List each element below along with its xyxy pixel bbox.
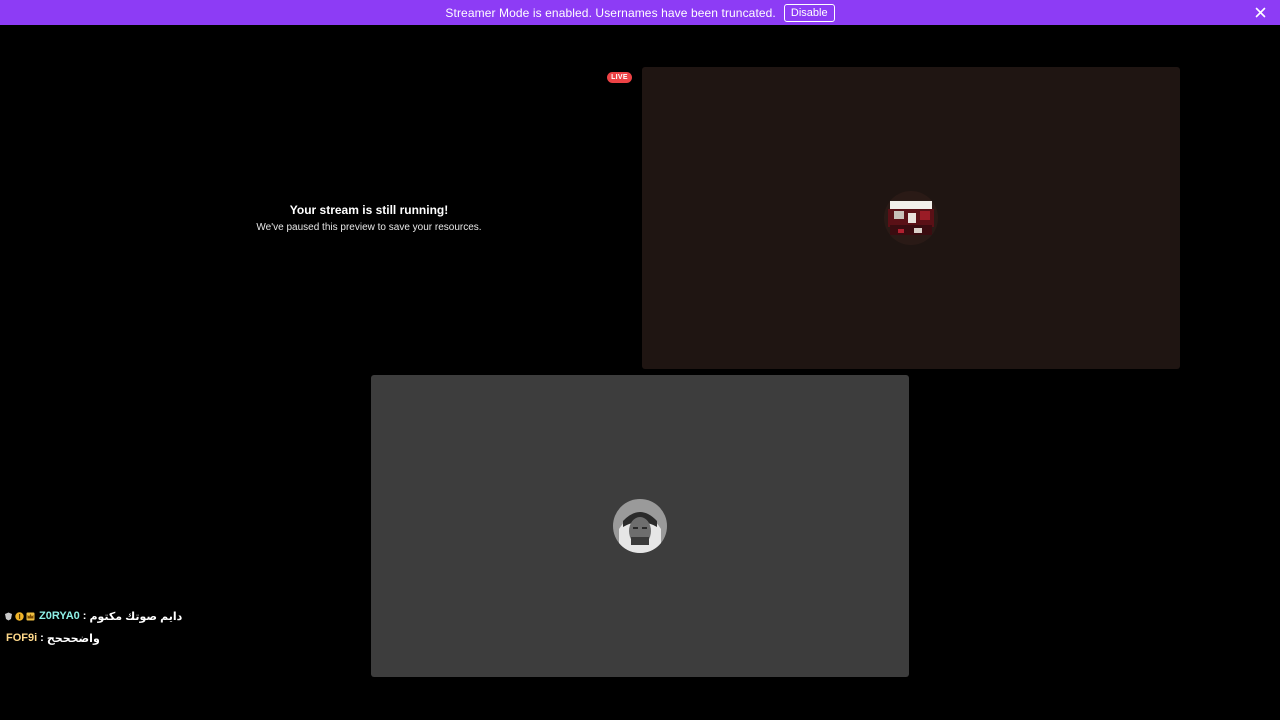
chat-text: دايم صوتك مكتوم bbox=[89, 610, 183, 623]
participant-avatar bbox=[613, 499, 667, 553]
stream-window: Streamer Mode is enabled. Usernames have… bbox=[0, 0, 1280, 720]
chat-message: FOF9i : واضحححح bbox=[4, 627, 224, 649]
chat-separator: : bbox=[82, 610, 87, 622]
close-icon[interactable] bbox=[1253, 5, 1268, 20]
chat-overlay: Z0RYA0 : دايم صوتك مكتوم FOF9i : واضحححح bbox=[4, 605, 224, 649]
coin-badge-icon bbox=[15, 611, 24, 621]
streamer-mode-banner: Streamer Mode is enabled. Usernames have… bbox=[0, 0, 1280, 25]
streamer-avatar bbox=[884, 191, 938, 245]
paused-preview-message: Your stream is still running! We've paus… bbox=[230, 203, 508, 233]
chat-message: Z0RYA0 : دايم صوتك مكتوم bbox=[4, 605, 224, 627]
chat-text: واضحححح bbox=[46, 632, 100, 645]
paused-subtitle: We've paused this preview to save your r… bbox=[256, 222, 482, 233]
paused-title: Your stream is still running! bbox=[289, 203, 449, 217]
participant-tile[interactable] bbox=[371, 375, 909, 677]
live-badge: LIVE bbox=[607, 72, 632, 83]
stream-preview-tile[interactable] bbox=[642, 67, 1180, 369]
disable-streamer-mode-button[interactable]: Disable bbox=[783, 3, 835, 22]
crown-badge-icon bbox=[26, 612, 35, 621]
mod-badge-icon bbox=[4, 612, 13, 621]
chat-separator: : bbox=[40, 632, 44, 644]
banner-text: Streamer Mode is enabled. Usernames have… bbox=[445, 5, 776, 20]
chat-username[interactable]: FOF9i bbox=[6, 632, 37, 644]
chat-username[interactable]: Z0RYA0 bbox=[39, 610, 80, 622]
